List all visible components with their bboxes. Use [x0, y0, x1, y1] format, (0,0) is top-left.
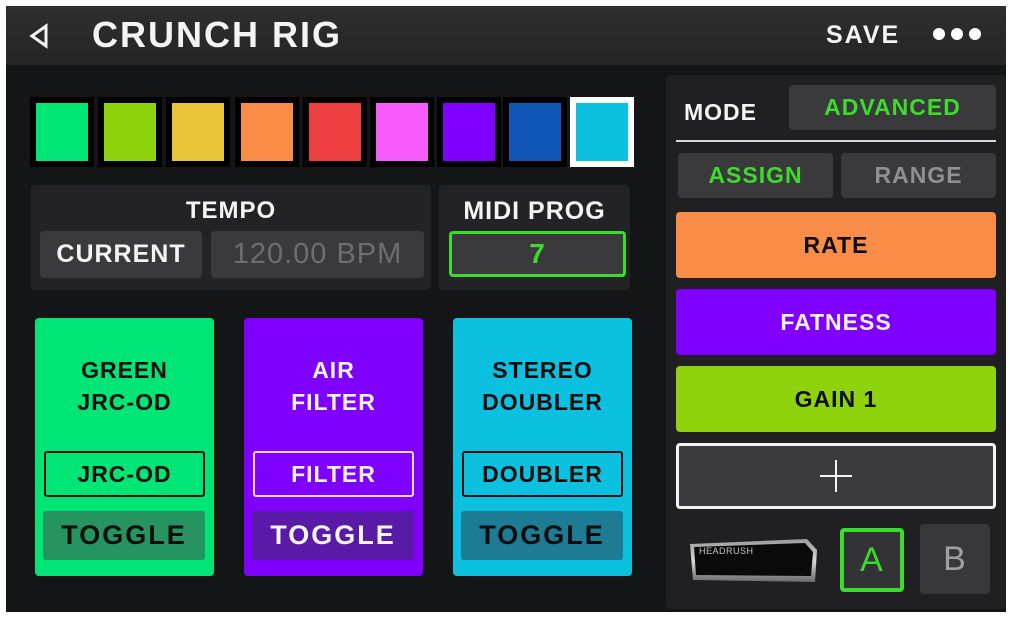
pedal-brand-label: HEADRUSH — [699, 546, 754, 556]
block-toggle-button[interactable]: TOGGLE — [252, 511, 414, 560]
mode-selector[interactable]: ADVANCED — [789, 85, 996, 130]
color-swatch[interactable] — [30, 97, 94, 167]
back-button[interactable] — [28, 23, 50, 49]
divider — [676, 140, 996, 142]
block-toggle-button[interactable]: TOGGLE — [461, 511, 623, 560]
assignment-item-rate[interactable]: RATE — [676, 212, 996, 278]
color-swatch[interactable] — [503, 97, 567, 167]
more-dots-icon — [933, 28, 945, 40]
tempo-label: TEMPO — [185, 197, 277, 224]
swatch-fill — [509, 103, 561, 161]
swatch-fill — [172, 103, 224, 161]
swatch-fill — [443, 103, 495, 161]
more-options-button[interactable] — [933, 28, 993, 44]
more-dots-icon — [951, 28, 963, 40]
color-swatch[interactable] — [98, 97, 162, 167]
block-param-button[interactable]: DOUBLER — [462, 451, 623, 497]
plus-icon — [820, 460, 852, 492]
block-param-button[interactable]: FILTER — [253, 451, 414, 497]
tab-assign[interactable]: ASSIGN — [678, 153, 833, 198]
block-name: STEREO DOUBLER — [482, 357, 603, 415]
swatch-fill — [309, 103, 361, 161]
swatch-fill — [104, 103, 156, 161]
swatch-fill — [241, 103, 293, 161]
mode-label: MODE — [684, 99, 757, 125]
color-swatch[interactable] — [437, 97, 501, 167]
pedal-slot-a[interactable]: A — [840, 528, 904, 592]
swatch-fill — [576, 103, 628, 161]
add-assignment-button[interactable] — [676, 443, 996, 509]
swatch-fill — [36, 103, 88, 161]
midi-prog-field[interactable]: 7 — [449, 231, 626, 277]
effect-block[interactable]: GREEN JRC-OD JRC-OD TOGGLE — [35, 318, 214, 576]
midi-prog-label: MIDI PROG — [463, 197, 606, 225]
pedal-slot-b[interactable]: B — [920, 524, 990, 594]
save-button[interactable]: SAVE — [826, 20, 900, 50]
tempo-bpm-field[interactable]: 120.00 BPM — [211, 231, 424, 278]
tempo-panel: TEMPO CURRENT 120.00 BPM — [31, 185, 431, 290]
more-dots-icon — [969, 28, 981, 40]
assignment-item-gain[interactable]: GAIN 1 — [676, 366, 996, 432]
color-swatch[interactable] — [166, 97, 230, 167]
preset-settings-screen: CRUNCH RIG SAVE TEMPO CURRENT 120.00 BPM… — [6, 6, 1006, 612]
color-swatch[interactable] — [235, 97, 299, 167]
swatch-fill — [376, 103, 428, 161]
block-param-button[interactable]: JRC-OD — [44, 451, 205, 497]
block-name: AIR FILTER — [291, 357, 376, 415]
effect-block[interactable]: AIR FILTER FILTER TOGGLE — [244, 318, 423, 576]
color-swatch[interactable] — [370, 97, 434, 167]
midi-prog-panel: MIDI PROG 7 — [439, 185, 630, 290]
block-name: GREEN JRC-OD — [77, 357, 172, 415]
tempo-mode-button[interactable]: CURRENT — [40, 231, 202, 278]
block-toggle-button[interactable]: TOGGLE — [43, 511, 205, 560]
color-swatch[interactable] — [303, 97, 367, 167]
color-swatch[interactable] — [570, 97, 634, 167]
back-triangle-icon — [29, 23, 48, 49]
assignment-item-fatness[interactable]: FATNESS — [676, 289, 996, 355]
expression-pedal-image: HEADRUSH — [687, 538, 819, 586]
preset-title: CRUNCH RIG — [92, 14, 342, 55]
tab-range[interactable]: RANGE — [841, 153, 996, 198]
header-bar: CRUNCH RIG SAVE — [6, 6, 1006, 65]
effect-block[interactable]: STEREO DOUBLER DOUBLER TOGGLE — [453, 318, 632, 576]
